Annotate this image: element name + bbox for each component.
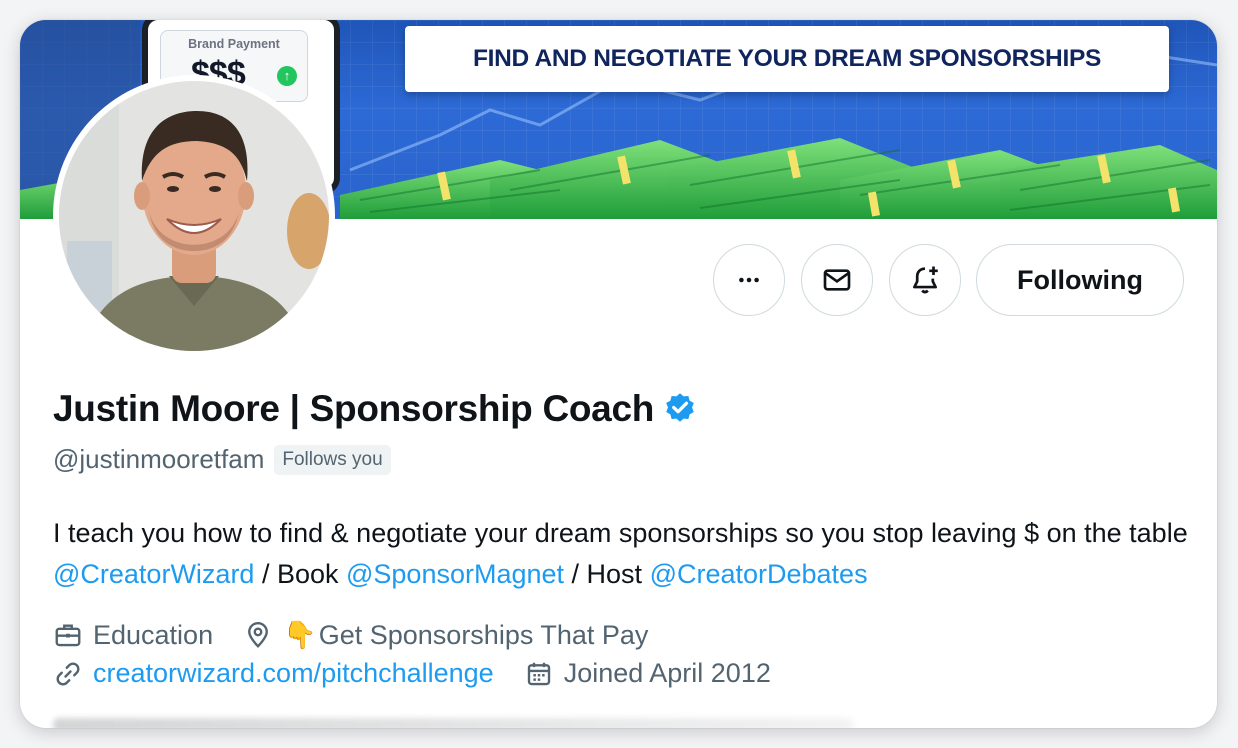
joined-date: Joined April 2012 [563,658,771,688]
location-pin-icon [248,621,269,648]
bio-text: / Host [564,559,650,589]
profile-meta-row: Education 👇Get Sponsorships That Pay [53,619,678,651]
mention-link[interactable]: @CreatorWizard [53,559,254,589]
cut-off-row [53,718,853,728]
brand-payment-label: Brand Payment [188,37,280,51]
following-button[interactable]: Following [976,244,1184,316]
notify-button[interactable] [889,244,961,316]
profile-name-row: Justin Moore | Sponsorship Coach [53,388,698,430]
profile-name: Justin Moore | Sponsorship Coach [53,388,655,429]
profile-meta-row-2: creatorwizard.com/pitchchallenge Joined … [53,658,801,689]
mention-link[interactable]: @SponsorMagnet [346,559,564,589]
category-item: Education [53,620,213,651]
location-item: 👇Get Sponsorships That Pay [243,619,648,651]
website-link[interactable]: creatorwizard.com/pitchchallenge [93,658,494,689]
bio-text: I teach you how to find & negotiate your… [53,518,1188,548]
avatar-photo [59,81,329,351]
more-button[interactable] [713,244,785,316]
briefcase-icon [55,624,81,647]
location-label: Get Sponsorships That Pay [318,620,649,650]
follows-you-badge: Follows you [274,444,391,475]
message-button[interactable] [801,244,873,316]
profile-handle: @justinmooretfam [53,444,265,474]
bio-text: / Book [254,559,346,589]
bell-plus-icon [913,266,938,294]
mention-link[interactable]: @CreatorDebates [650,559,868,589]
handle-row: @justinmooretfam Follows you [53,444,391,475]
more-horizontal-icon [739,277,759,283]
link-icon [56,662,80,685]
verified-badge-icon[interactable] [662,391,698,427]
envelope-icon [823,269,851,291]
banner-headline: FIND AND NEGOTIATE YOUR DREAM SPONSORSHI… [405,26,1169,92]
profile-bio: I teach you how to find & negotiate your… [53,513,1193,595]
profile-card: Brand Payment $$$ ↑ FIND AND NEGOTIATE Y… [20,20,1217,728]
website-item[interactable]: creatorwizard.com/pitchchallenge [53,658,494,689]
avatar[interactable] [53,75,335,357]
pointing-down-emoji: 👇 [283,620,317,650]
arrow-up-icon: ↑ [277,66,297,86]
joined-item: Joined April 2012 [524,658,771,689]
category-label: Education [93,619,214,650]
calendar-icon [527,662,550,685]
